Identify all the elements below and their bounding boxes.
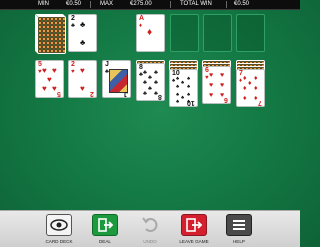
foundation-4[interactable] <box>236 14 265 52</box>
max-label: MAX <box>100 1 114 7</box>
min-value: €0.50 <box>66 1 82 7</box>
help-button[interactable]: HELP <box>222 213 256 247</box>
leave-game-button[interactable]: LEAVE GAME <box>177 213 211 247</box>
bottom-toolbar: CARD DECK DEAL UNDO LEAVE GAME HELP <box>0 210 300 247</box>
undo-icon <box>137 214 163 236</box>
info-bar: MIN €0.50 MAX €275.00 TOTAL WIN €0.50 <box>0 0 300 9</box>
waste-rank: 2 <box>71 15 75 22</box>
foundation-1[interactable]: A ♦ ♦ <box>136 14 165 52</box>
tableau-card[interactable]: 8 ♣ ♣ ♣ ♣ ♣ ♣ ♣ ♣ ♣ 8 <box>136 63 165 101</box>
tableau-card[interactable]: 5 ♥ ♥ ♥ ♥ ♥ ♥ 5 <box>35 60 64 98</box>
total-win-value: €0.50 <box>234 1 250 7</box>
deal-icon <box>92 214 118 236</box>
tableau-card[interactable]: 10 ♠ ♠ ♠ ♠ ♠ ♠ ♠ ♠ ♠ ♠ ♠ 10 <box>169 69 198 107</box>
foundation-suit: ♦ <box>139 23 143 29</box>
foundation-rank: A <box>139 15 145 22</box>
exit-icon <box>181 214 207 236</box>
min-label: MIN <box>38 1 49 7</box>
stock-pile[interactable] <box>35 14 69 54</box>
max-value: €275.00 <box>130 1 152 7</box>
tableau-card[interactable]: 6 ♥ ♥ ♥ ♥ ♥ ♥ ♥ 6 <box>202 66 231 104</box>
undo-button[interactable]: UNDO <box>133 213 167 247</box>
tableau-card[interactable]: 2 ♥ ♥ ♥ 2 <box>68 60 97 98</box>
eye-icon <box>46 214 72 236</box>
card-deck-button[interactable]: CARD DECK <box>42 213 76 247</box>
waste-suit: ♣ <box>71 23 75 29</box>
total-win-label: TOTAL WIN <box>180 1 212 7</box>
tableau-card[interactable]: J ♣ J <box>102 60 131 98</box>
tableau-card[interactable]: 7 ♦ ♦ ♦ ♦ ♦ ♦ ♦ ♦ 7 <box>236 69 265 107</box>
foundation-3[interactable] <box>203 14 232 52</box>
foundation-2[interactable] <box>170 14 199 52</box>
waste-card[interactable]: 2 ♣ ♣ ♣ <box>68 14 97 52</box>
menu-icon <box>226 214 252 236</box>
deal-button[interactable]: DEAL <box>88 213 122 247</box>
